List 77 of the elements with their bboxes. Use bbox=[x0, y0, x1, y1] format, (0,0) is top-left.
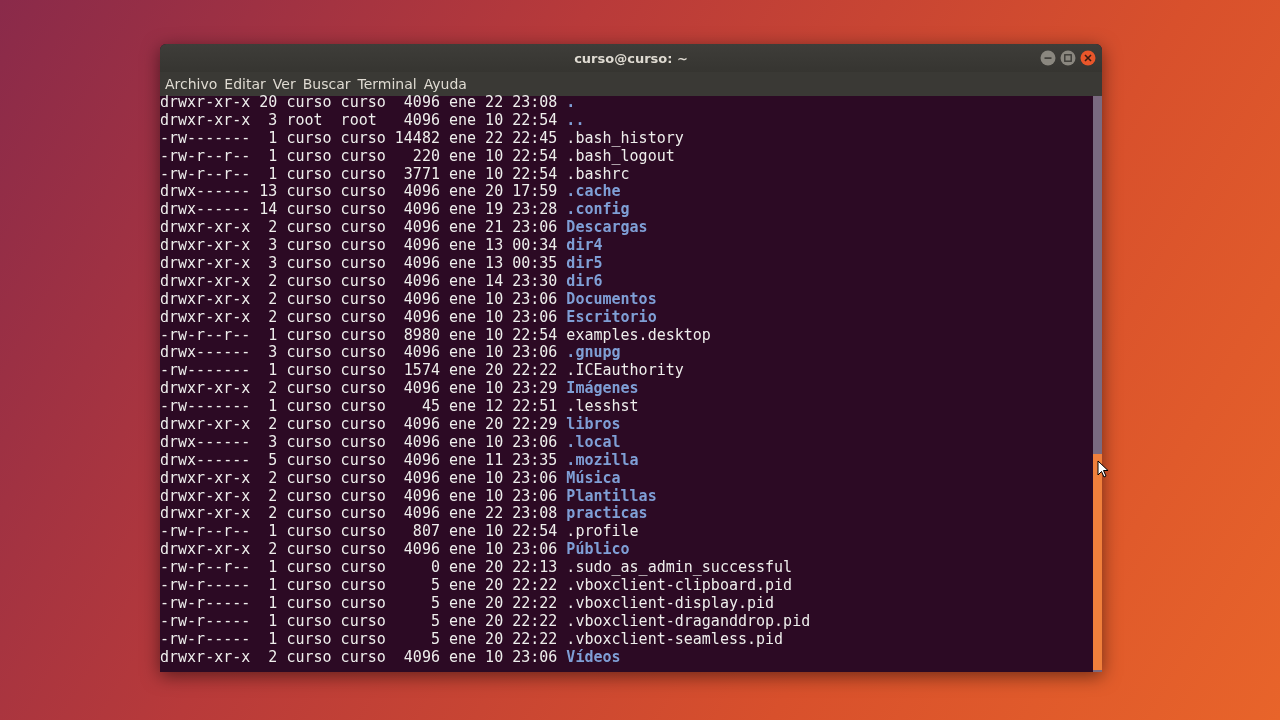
file-name: Escritorio bbox=[566, 308, 657, 327]
file-details: drwx------ 5 curso curso 4096 ene 11 23:35 bbox=[160, 451, 558, 470]
file-details: drwxr-xr-x 2 curso curso 4096 ene 10 23:29 bbox=[160, 380, 558, 399]
file-details: drwxr-xr-x 2 curso curso 4096 ene 10 23:06 bbox=[160, 469, 558, 488]
window-title: curso@curso: ~ bbox=[574, 50, 688, 66]
close-icon[interactable] bbox=[1080, 50, 1096, 66]
file-name: .local bbox=[566, 433, 621, 452]
file-name: .profile bbox=[566, 523, 639, 541]
menu-item[interactable]: Terminal bbox=[354, 74, 420, 94]
file-name: .vboxclient-draganddrop.pid bbox=[566, 612, 811, 631]
file-details: drwxr-xr-x 2 curso curso 4096 ene 21 23:06 bbox=[160, 219, 558, 238]
file-details: drwx------ 3 curso curso 4096 ene 10 23:06 bbox=[160, 433, 558, 452]
file-details: drwxr-xr-x 2 curso curso 4096 ene 10 23:06 bbox=[160, 308, 558, 327]
file-name: dir6 bbox=[566, 272, 603, 291]
file-name: practicas bbox=[566, 505, 648, 524]
file-name: examples.desktop bbox=[566, 326, 711, 345]
file-name: Descargas bbox=[566, 219, 648, 237]
file-details: drwxr-xr-x 2 curso curso 4096 ene 10 23:06 bbox=[160, 541, 558, 560]
file-name: Música bbox=[566, 469, 621, 488]
file-name: .sudo_as_admin_successful bbox=[566, 559, 793, 578]
file-details: -rw-r----- 1 curso curso 5 ene 20 22:22 bbox=[160, 612, 558, 631]
menu-item[interactable]: Buscar bbox=[299, 74, 354, 94]
file-details: drwxr-xr-x 2 curso curso 4096 ene 20 22:29 bbox=[160, 416, 558, 434]
file-name: .vboxclient-display.pid bbox=[566, 594, 775, 613]
file-details: drwxr-xr-x 3 root root 4096 ene 10 22:54 bbox=[160, 111, 558, 130]
file-details: -rw-r----- 1 curso curso 5 ene 20 22:22 bbox=[160, 594, 558, 613]
menu-item[interactable]: Editar bbox=[221, 74, 269, 94]
mouse-pointer-icon bbox=[1097, 460, 1109, 478]
file-name: .lesshst bbox=[566, 398, 639, 416]
menu-item[interactable]: Ver bbox=[269, 74, 299, 94]
file-name: .vboxclient-clipboard.pid bbox=[566, 577, 793, 595]
file-details: -rw------- 1 curso curso 45 ene 12 22:51 bbox=[160, 398, 558, 417]
file-name: .bash_history bbox=[566, 129, 684, 148]
file-details: drwxr-xr-x 3 curso curso 4096 ene 13 00:34 bbox=[160, 237, 558, 255]
file-details: drwxr-xr-x 2 curso curso 4096 ene 22 23:08 bbox=[160, 505, 558, 524]
file-name: libros bbox=[566, 416, 621, 434]
file-details: -rw------- 1 curso curso 14482 ene 22 22:45 bbox=[160, 129, 558, 148]
file-name: .mozilla bbox=[566, 451, 639, 470]
file-details: -rw-r--r-- 1 curso curso 3771 ene 10 22:54 bbox=[160, 165, 558, 184]
file-name: .bashrc bbox=[566, 165, 630, 184]
menu-item[interactable]: Archivo bbox=[162, 74, 221, 94]
file-details: -rw-r--r-- 1 curso curso 8980 ene 10 22:54 bbox=[160, 326, 558, 345]
file-details: drwxr-xr-x 2 curso curso 4096 ene 10 23:06 bbox=[160, 290, 558, 309]
file-name: .cache bbox=[566, 183, 621, 201]
file-details: -rw-r----- 1 curso curso 5 ene 20 22:22 bbox=[160, 577, 558, 595]
file-details: drwxr-xr-x 2 curso curso 4096 ene 14 23:30 bbox=[160, 272, 558, 291]
file-name: .gnupg bbox=[566, 344, 621, 363]
file-name: Público bbox=[566, 541, 630, 560]
file-name: .ICEauthority bbox=[566, 362, 684, 380]
menu-item[interactable]: Ayuda bbox=[420, 74, 470, 94]
file-name: . bbox=[566, 94, 576, 112]
file-details: drwxr-xr-x 2 curso curso 4096 ene 10 23:06 bbox=[160, 648, 558, 667]
file-name: .bash_logout bbox=[566, 147, 675, 166]
file-name: Plantillas bbox=[566, 487, 657, 505]
file-name: Vídeos bbox=[566, 648, 621, 667]
maximize-icon[interactable] bbox=[1060, 50, 1076, 66]
file-details: -rw-r--r-- 1 curso curso 0 ene 20 22:13 bbox=[160, 559, 558, 578]
file-name: .config bbox=[566, 201, 630, 220]
file-details: -rw------- 1 curso curso 1574 ene 20 22:22 bbox=[160, 362, 558, 381]
scroll-thumb[interactable] bbox=[1093, 454, 1102, 670]
file-name: dir4 bbox=[566, 237, 603, 255]
file-name: dir5 bbox=[566, 255, 603, 273]
minimize-icon[interactable] bbox=[1040, 50, 1056, 66]
file-details: drwx------ 13 curso curso 4096 ene 20 17:59 bbox=[160, 183, 558, 202]
file-details: drwx------ 14 curso curso 4096 ene 19 23:28 bbox=[160, 201, 558, 220]
file-details: drwxr-xr-x 20 curso curso 4096 ene 22 23:08 bbox=[160, 94, 558, 112]
file-details: -rw-r--r-- 1 curso curso 807 ene 10 22:54 bbox=[160, 523, 558, 542]
scrollbar[interactable] bbox=[1093, 96, 1102, 672]
file-details: drwxr-xr-x 2 curso curso 4096 ene 10 23:06 bbox=[160, 487, 558, 506]
file-details: drwx------ 3 curso curso 4096 ene 10 23:06 bbox=[160, 344, 558, 363]
file-details: drwxr-xr-x 3 curso curso 4096 ene 13 00:35 bbox=[160, 255, 558, 273]
file-name: Imágenes bbox=[566, 380, 639, 399]
file-details: -rw-r----- 1 curso curso 5 ene 20 22:22 bbox=[160, 630, 558, 649]
file-name: .. bbox=[566, 111, 585, 130]
file-name: .vboxclient-seamless.pid bbox=[566, 630, 784, 649]
file-details: -rw-r--r-- 1 curso curso 220 ene 10 22:54 bbox=[160, 147, 558, 166]
file-name: Documentos bbox=[566, 290, 657, 309]
